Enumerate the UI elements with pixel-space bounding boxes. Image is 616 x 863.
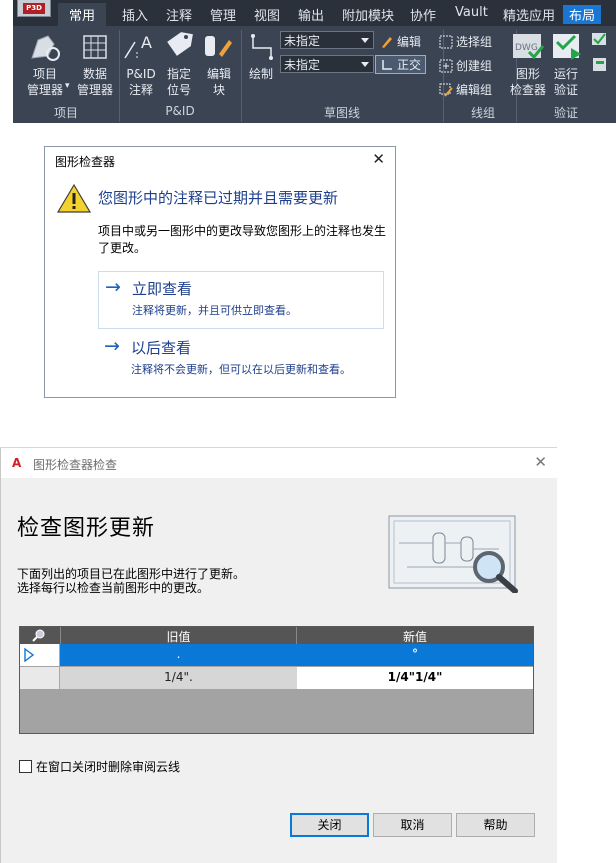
table-row[interactable]: 1/4". 1/4"1/4"	[20, 667, 533, 689]
magnifier-icon	[32, 629, 45, 642]
option-subtitle: 注释将更新，并且可供立即查看。	[132, 304, 297, 317]
tab-vault[interactable]: Vault	[455, 5, 488, 20]
run-validate-icon	[553, 34, 581, 60]
data-manager-icon	[83, 35, 107, 59]
instruction-line-2: 选择每行以检查当前图形中的更改。	[17, 581, 210, 595]
arrow-right-icon: →	[105, 276, 121, 298]
tag-icon	[167, 32, 193, 56]
data-manager-button[interactable]: 数据 管理器	[73, 66, 117, 98]
option-subtitle: 注释将不会更新，但可以在以后更新和查看。	[131, 363, 351, 376]
edit-group-button[interactable]: 编辑组	[439, 81, 492, 98]
ortho-toggle[interactable]: 正交	[375, 55, 427, 74]
ortho-icon	[382, 60, 392, 70]
app-logo: P3D	[23, 3, 45, 14]
select-group-button[interactable]: 选择组	[439, 33, 492, 50]
edit-block-button[interactable]: 编辑 块	[199, 66, 239, 98]
project-manager-button[interactable]: 项目 管理器	[23, 66, 67, 98]
column-header-new: 新值	[402, 630, 427, 644]
tab-manage[interactable]: 管理	[210, 5, 236, 24]
report-icon[interactable]	[591, 56, 609, 72]
pid-drawing-magnifier-icon	[388, 515, 518, 593]
create-group-icon	[439, 59, 453, 73]
group-label-validate: 验证	[553, 106, 578, 120]
assign-tag-button[interactable]: 指定 位号	[159, 66, 199, 98]
table-row[interactable]: . °	[20, 644, 533, 666]
ribbon: P3D 常用 插入 注释 管理 视图 输出 附加模块 协作 Vault 精选应用…	[13, 0, 616, 123]
tab-collaborate[interactable]: 协作	[410, 5, 436, 24]
option-title: 以后查看	[131, 339, 192, 357]
grid-header: 旧值 新值	[20, 627, 533, 644]
group-label-pid: P&ID	[165, 104, 195, 118]
close-icon[interactable]: ✕	[372, 150, 385, 168]
group-label-linegroup: 线组	[470, 106, 495, 120]
ribbon-tab-bar: P3D 常用 插入 注释 管理 视图 输出 附加模块 协作 Vault 精选应用…	[13, 0, 616, 29]
arrow-right-icon: →	[104, 335, 120, 357]
column-header-old: 旧值	[166, 630, 191, 644]
application-button[interactable]: P3D	[17, 0, 51, 17]
old-value-cell: .	[176, 647, 181, 661]
group-label-sketch: 草图线	[323, 106, 360, 120]
row-header[interactable]	[20, 644, 60, 666]
notice-heading: 您图形中的注释已过期并且需要更新	[98, 189, 339, 207]
pid-annotation-icon: A	[124, 33, 152, 59]
tab-home[interactable]: 常用	[58, 3, 107, 29]
help-button[interactable]: 帮助	[456, 813, 535, 837]
changes-grid: 旧值 新值 . ° 1/4". 1/4"1/4"	[19, 626, 534, 734]
tab-view[interactable]: 视图	[254, 5, 280, 24]
tab-featured-apps[interactable]: 精选应用	[503, 5, 555, 24]
checkbox-box[interactable]	[19, 760, 32, 773]
edit-block-icon	[205, 36, 232, 57]
edit-line-button[interactable]: 编辑	[380, 33, 421, 50]
draw-line-icon	[251, 34, 273, 60]
tab-output[interactable]: 输出	[298, 5, 324, 24]
svg-text:A: A	[141, 33, 152, 52]
checkbox-label: 在窗口关闭时删除审阅云线	[36, 760, 181, 774]
new-value-cell: 1/4"1/4"	[387, 670, 443, 684]
tab-annotate[interactable]: 注释	[166, 5, 192, 24]
new-value-cell: °	[412, 647, 418, 661]
close-icon[interactable]: ✕	[534, 453, 547, 471]
dialog-title: 图形检查器检查	[33, 458, 118, 472]
check-icon[interactable]	[591, 32, 609, 46]
close-button[interactable]: 关闭	[290, 813, 369, 837]
svg-text:DWG: DWG	[515, 43, 538, 53]
drawing-checker-check-dialog: A 图形检查器检查 ✕ 检查图形更新 下面列出的项目已在此图形中进行了更新。 选…	[0, 447, 557, 863]
line-size-dropdown[interactable]: 未指定	[280, 55, 374, 73]
review-now-option[interactable]: → 立即查看 注释将更新，并且可供立即查看。	[98, 271, 384, 329]
tab-addins[interactable]: 附加模块	[342, 5, 394, 24]
project-manager-icon	[31, 35, 60, 61]
chevron-down-icon	[361, 38, 369, 43]
option-title: 立即查看	[132, 280, 193, 298]
tab-insert[interactable]: 插入	[122, 5, 148, 24]
row-header[interactable]	[20, 667, 60, 689]
dialog-titlebar: A 图形检查器检查 ✕	[1, 448, 557, 478]
run-validate-button[interactable]: 运行 验证	[547, 66, 585, 98]
pencil-icon	[382, 37, 392, 48]
chevron-down-icon	[361, 62, 369, 67]
page-title: 检查图形更新	[17, 516, 156, 541]
autodesk-logo-icon: A	[12, 456, 22, 470]
review-later-option[interactable]: → 以后查看 注释将不会更新，但可以在以后更新和查看。	[98, 331, 384, 387]
select-group-icon	[439, 35, 453, 49]
update-notice-dialog: 图形检查器 ✕ 您图形中的注释已过期并且需要更新 项目中或另一图形中的更改导致您…	[44, 146, 396, 398]
group-label-project: 项目	[53, 106, 78, 120]
chevron-down-icon[interactable]: ▾	[65, 78, 70, 94]
create-group-button[interactable]: 创建组	[439, 57, 492, 74]
edit-group-icon	[439, 83, 453, 97]
tab-layout[interactable]: 布局	[563, 5, 602, 24]
draw-button[interactable]: 绘制	[243, 66, 279, 82]
notice-description: 项目中或另一图形中的更改导致您图形上的注释也发生了更改。	[98, 224, 387, 255]
pid-annotation-button[interactable]: P&ID 注释	[119, 66, 163, 98]
row-pointer-icon	[24, 648, 35, 662]
dialog-title: 图形检查器	[55, 155, 116, 169]
drawing-checker-button[interactable]: 图形 检查器	[507, 66, 549, 98]
drawing-checker-icon: DWG	[513, 34, 545, 60]
cancel-button[interactable]: 取消	[373, 813, 452, 837]
warning-icon	[57, 183, 91, 213]
line-style-dropdown[interactable]: 未指定	[280, 31, 374, 49]
old-value-cell: 1/4".	[164, 670, 193, 684]
